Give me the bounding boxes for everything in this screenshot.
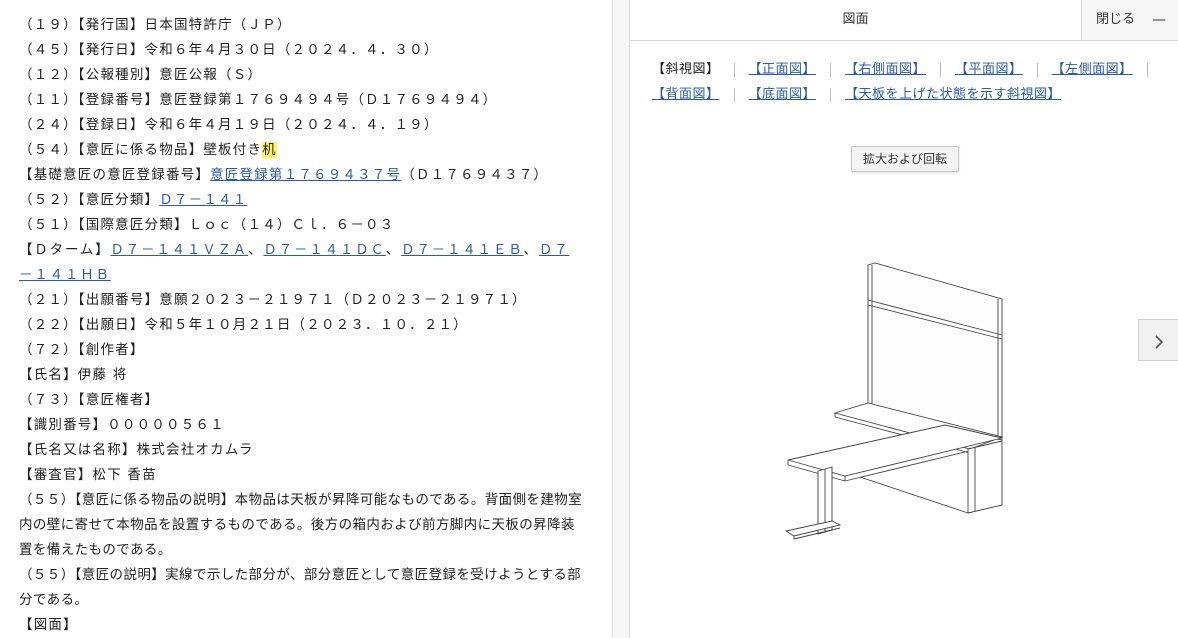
holder-name: 【氏名又は名称】株式会社オカムラ [19,442,254,458]
creator-name: 【氏名】伊藤 将 [19,367,128,383]
search-highlight: 机 [262,142,277,158]
base-design-label: 【基礎意匠の意匠登録番号】 [19,167,211,183]
tab-separator [940,62,942,77]
issuing-country: （１９）【発行国】日本国特許庁（ＪＰ） [19,17,292,33]
close-button[interactable]: 閉じる — [1081,0,1178,40]
design-article-text: （５４）【意匠に係る物品】壁板付き [19,142,263,158]
tab-separator [733,62,735,77]
viewer-header: 図面 閉じる — [630,0,1178,41]
minimize-icon: — [1152,12,1166,28]
registration-number: （１１）【登録番号】意匠登録第１７６９４９４号（Ｄ１７６９４９４） [19,92,498,108]
tab-right-side[interactable]: 【右側面図】 [845,62,926,77]
classification-label: （５２）【意匠分類】 [19,192,160,208]
d-term-link-2[interactable]: Ｄ７－１４１ＤＣ [263,242,385,258]
tab-separator [733,87,735,102]
base-design-suffix: （Ｄ１７６９４３７） [401,167,549,183]
d-term-sep: 、 [385,242,402,258]
right-holder-heading: （７３）【意匠権者】 [19,392,160,408]
tab-perspective[interactable]: 【斜視図】 [652,62,720,77]
classification-link[interactable]: Ｄ７－１４１ [159,192,247,208]
design-classification: （５２）【意匠分類】Ｄ７－１４１ [19,188,612,213]
application-date: （２２）【出願日】令和５年１０月２１日（２０２３．１０．２１） [19,317,468,333]
design-description: （５５）【意匠の説明】実線で示した部分が、部分意匠として意匠登録を受けようとする… [19,567,582,608]
drawing-heading: 【図面】 [19,617,78,633]
tab-plan[interactable]: 【平面図】 [955,62,1023,77]
d-term-link-3[interactable]: Ｄ７－１４１ＥＢ [401,242,523,258]
tab-front[interactable]: 【正面図】 [749,62,817,77]
zoom-rotate-button[interactable]: 拡大および回転 [851,146,959,172]
examiner: 【審査官】松下 香苗 [19,467,157,483]
view-tabs: 【斜視図】 【正面図】 【右側面図】 【平面図】 【左側面図】【背面図】 【底面図】 【天板… [652,57,1164,107]
tab-separator [830,87,832,102]
registration-date: （２４）【登録日】令和６年４月１９日（２０２４．４．１９） [19,117,439,133]
d-term: 【Ｄターム】Ｄ７－１４１ＶＺＡ、Ｄ７－１４１ＤＣ、Ｄ７－１４１ＥＢ、Ｄ７－１４１… [19,238,584,288]
article-description: （５５）【意匠に係る物品の説明】本物品は天板が昇降可能なものである。背面側を建物… [19,492,583,558]
tab-separator [830,62,832,77]
viewer-title: 図面 [842,12,869,27]
bibliography-pane: （１９）【発行国】日本国特許庁（ＪＰ） （４５）【発行日】令和６年４月３０日（２… [0,0,612,638]
tab-raised-perspective[interactable]: 【天板を上げた状態を示す斜視図】 [845,87,1061,102]
tab-separator [1036,62,1038,77]
tab-separator [1146,62,1148,77]
d-term-link-1[interactable]: Ｄ７－１４１ＶＺＡ [110,242,248,258]
creator-heading: （７２）【創作者】 [19,342,145,358]
chevron-right-icon [1154,334,1163,349]
design-article: （５４）【意匠に係る物品】壁板付き机 [19,138,612,163]
tab-left-side[interactable]: 【左側面図】 [1052,62,1133,77]
base-design-number: 【基礎意匠の意匠登録番号】意匠登録第１７６９４３７号（Ｄ１７６９４３７） [19,163,612,188]
publication-type: （１２）【公報種別】意匠公報（Ｓ） [19,67,263,83]
d-term-sep: 、 [523,242,539,258]
tab-back[interactable]: 【背面図】 [652,87,720,102]
base-design-link[interactable]: 意匠登録第１７６９４３７号 [210,167,401,183]
issue-date: （４５）【発行日】令和６年４月３０日（２０２４．４．３０） [19,42,439,58]
application-number: （２１）【出願番号】意願２０２３－２１９７１（Ｄ２０２３－２１９７１） [19,292,527,308]
close-label: 閉じる [1096,12,1136,27]
tab-bottom[interactable]: 【底面図】 [749,87,817,102]
drawing-viewer: 図面 閉じる — 【斜視図】 【正面図】 【右側面図】 【平面図】 【左側面図】【背面図… [630,0,1178,638]
d-term-label: 【Ｄターム】 [19,242,111,258]
d-term-sep: 、 [248,242,264,258]
intl-classification: （５１）【国際意匠分類】Ｌｏｃ（１４）Ｃｌ．６－０３ [19,217,395,233]
identification-number: 【識別番号】０００００５６１ [19,417,225,433]
pane-divider[interactable] [612,0,630,638]
desk-perspective-drawing [784,262,1004,540]
next-view-button[interactable] [1138,319,1178,361]
